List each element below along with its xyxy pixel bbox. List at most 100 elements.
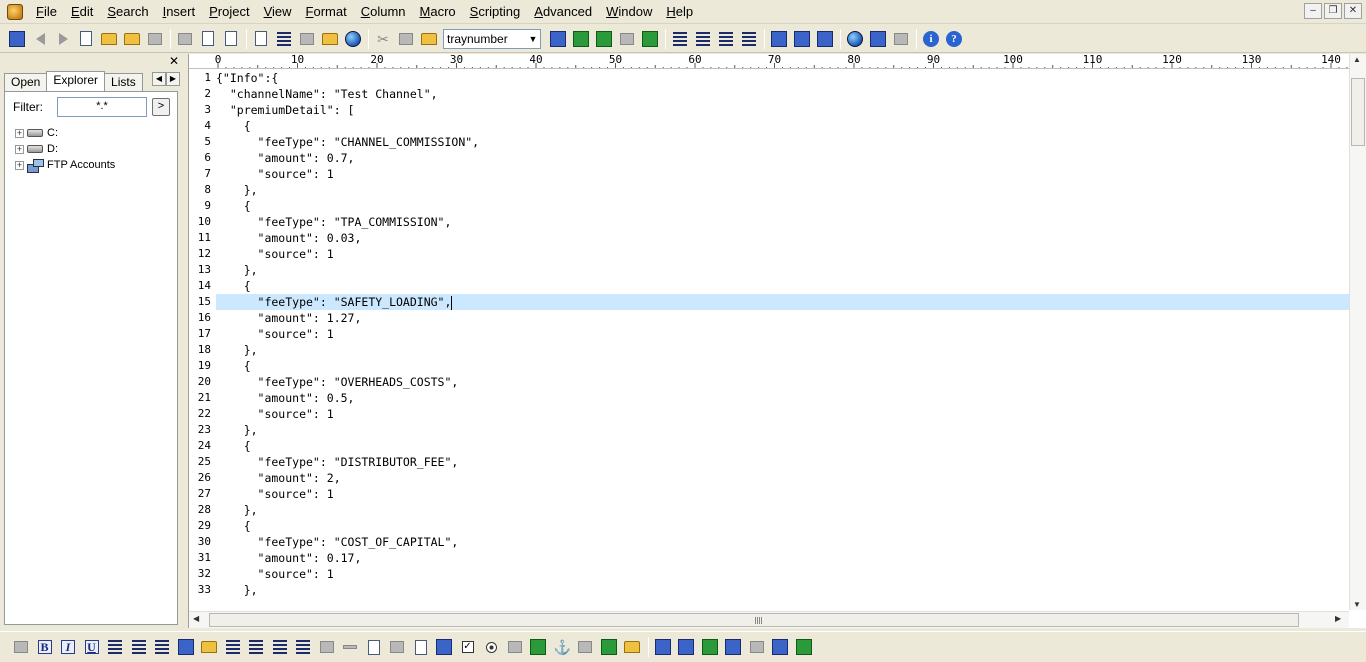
close-button[interactable]: ✕ — [1344, 3, 1362, 19]
menu-column[interactable]: Column — [354, 2, 413, 22]
menu-format[interactable]: Format — [299, 2, 354, 22]
code-line[interactable]: { — [216, 198, 1349, 214]
code-line[interactable]: "source": 1 — [216, 566, 1349, 582]
tree-item[interactable]: + FTP Accounts — [15, 157, 115, 173]
tab-scroll-left-icon[interactable]: ◀ — [152, 72, 166, 86]
goto-line-button[interactable] — [639, 28, 661, 50]
find-next-button[interactable] — [570, 28, 592, 50]
select-button[interactable] — [504, 636, 526, 658]
numbered-list-button[interactable] — [151, 636, 173, 658]
tab-scroll-right-icon[interactable]: ▶ — [166, 72, 180, 86]
code-line[interactable]: "amount": 0.5, — [216, 390, 1349, 406]
html-tag-button[interactable] — [10, 636, 32, 658]
close-icon[interactable]: ✕ — [168, 55, 180, 67]
code-line[interactable]: {"Info":{ — [216, 70, 1349, 86]
cut-button[interactable]: ✂ — [372, 28, 394, 50]
app-logo-icon[interactable] — [7, 3, 23, 20]
horizontal-scroll-thumb[interactable] — [209, 613, 1299, 627]
align-center-html-button[interactable] — [245, 636, 267, 658]
menu-project[interactable]: Project — [202, 2, 256, 22]
paragraph-button[interactable] — [104, 636, 126, 658]
code-line[interactable]: "source": 1 — [216, 486, 1349, 502]
word-wrap-button[interactable] — [273, 28, 295, 50]
menu-advanced[interactable]: Advanced — [527, 2, 599, 22]
compare-button[interactable] — [890, 28, 912, 50]
copy-button[interactable] — [395, 28, 417, 50]
align-right-html-button[interactable] — [269, 636, 291, 658]
align-left-html-button[interactable] — [222, 636, 244, 658]
menu-macro[interactable]: Macro — [413, 2, 463, 22]
sort-button[interactable] — [598, 636, 620, 658]
color-button[interactable] — [198, 636, 220, 658]
clipboard-button[interactable] — [319, 28, 341, 50]
search-combo[interactable]: traynumber ▼ — [443, 28, 541, 49]
vertical-scroll-thumb[interactable] — [1351, 78, 1365, 146]
code-line[interactable]: "source": 1 — [216, 326, 1349, 342]
print-button[interactable] — [174, 28, 196, 50]
id-button[interactable] — [722, 636, 744, 658]
spell-check-button[interactable] — [220, 28, 242, 50]
code-area[interactable]: {"Info":{ "channelName": "Test Channel",… — [216, 70, 1349, 598]
code-line[interactable]: }, — [216, 182, 1349, 198]
clipboard-html-button[interactable] — [621, 636, 643, 658]
scroll-right-icon[interactable]: ▶ — [1335, 614, 1341, 623]
vertical-scrollbar[interactable]: ▲ ▼ — [1349, 54, 1366, 610]
horizontal-scrollbar[interactable]: ◀ ▶ — [189, 611, 1349, 628]
back-button[interactable] — [29, 28, 51, 50]
menu-window[interactable]: Window — [599, 2, 659, 22]
code-line[interactable]: { — [216, 278, 1349, 294]
horizontal-rule-button[interactable] — [339, 636, 361, 658]
editor-pane[interactable]: 0 10 20 30 40 50 60 70 80 90 100 110 120 130 140 12345… — [188, 54, 1366, 628]
radio-button[interactable] — [480, 636, 502, 658]
expand-icon[interactable]: + — [15, 128, 24, 138]
new-project-button[interactable] — [6, 28, 28, 50]
menu-insert[interactable]: Insert — [156, 2, 203, 22]
web-button[interactable] — [844, 28, 866, 50]
checkbox-button[interactable]: ✓ — [457, 636, 479, 658]
tree-item[interactable]: + D: — [15, 141, 115, 157]
justify-html-button[interactable] — [292, 636, 314, 658]
code-line[interactable]: { — [216, 438, 1349, 454]
code-line[interactable]: }, — [216, 582, 1349, 598]
code-line[interactable]: { — [216, 518, 1349, 534]
align-right-button[interactable] — [715, 28, 737, 50]
code-line[interactable]: "feeType": "DISTRIBUTOR_FEE", — [216, 454, 1349, 470]
tree-item[interactable]: + C: — [15, 125, 115, 141]
code-line[interactable]: { — [216, 358, 1349, 374]
code-line[interactable]: "amount": 1.27, — [216, 310, 1349, 326]
menu-search[interactable]: Search — [100, 2, 155, 22]
properties-button[interactable] — [250, 28, 272, 50]
code-line[interactable]: "source": 1 — [216, 406, 1349, 422]
number-button[interactable] — [746, 636, 768, 658]
check-button[interactable] — [793, 636, 815, 658]
code-line-current[interactable]: "feeType": "SAFETY_LOADING", — [216, 294, 1349, 310]
italic-button[interactable]: I — [57, 636, 79, 658]
help-button[interactable]: i — [920, 28, 942, 50]
minimize-button[interactable]: – — [1304, 3, 1322, 19]
chevron-down-icon[interactable]: ▼ — [526, 30, 540, 48]
code-line[interactable]: "source": 1 — [216, 166, 1349, 182]
find-button[interactable] — [547, 28, 569, 50]
tab-explorer[interactable]: Explorer — [46, 71, 106, 91]
split-horizontal-button[interactable] — [768, 28, 790, 50]
expand-icon[interactable]: + — [15, 160, 24, 170]
table-wizard-button[interactable] — [675, 636, 697, 658]
submit-button[interactable] — [433, 636, 455, 658]
code-line[interactable]: "source": 1 — [216, 246, 1349, 262]
code-line[interactable]: "channelName": "Test Channel", — [216, 86, 1349, 102]
code-line[interactable]: "amount": 0.17, — [216, 550, 1349, 566]
open-folder-button[interactable] — [121, 28, 143, 50]
menu-scripting[interactable]: Scripting — [463, 2, 528, 22]
hex-edit-button[interactable] — [296, 28, 318, 50]
scroll-left-icon[interactable]: ◀ — [193, 614, 199, 623]
code-line[interactable]: "amount": 0.7, — [216, 150, 1349, 166]
password-button[interactable] — [410, 636, 432, 658]
code-line[interactable]: { — [216, 118, 1349, 134]
code-line[interactable]: "feeType": "OVERHEADS_COSTS", — [216, 374, 1349, 390]
cascade-button[interactable] — [814, 28, 836, 50]
form-button[interactable] — [316, 636, 338, 658]
code-line[interactable]: "amount": 2, — [216, 470, 1349, 486]
font-button[interactable] — [175, 636, 197, 658]
justify-button[interactable] — [738, 28, 760, 50]
menu-edit[interactable]: Edit — [64, 2, 100, 22]
